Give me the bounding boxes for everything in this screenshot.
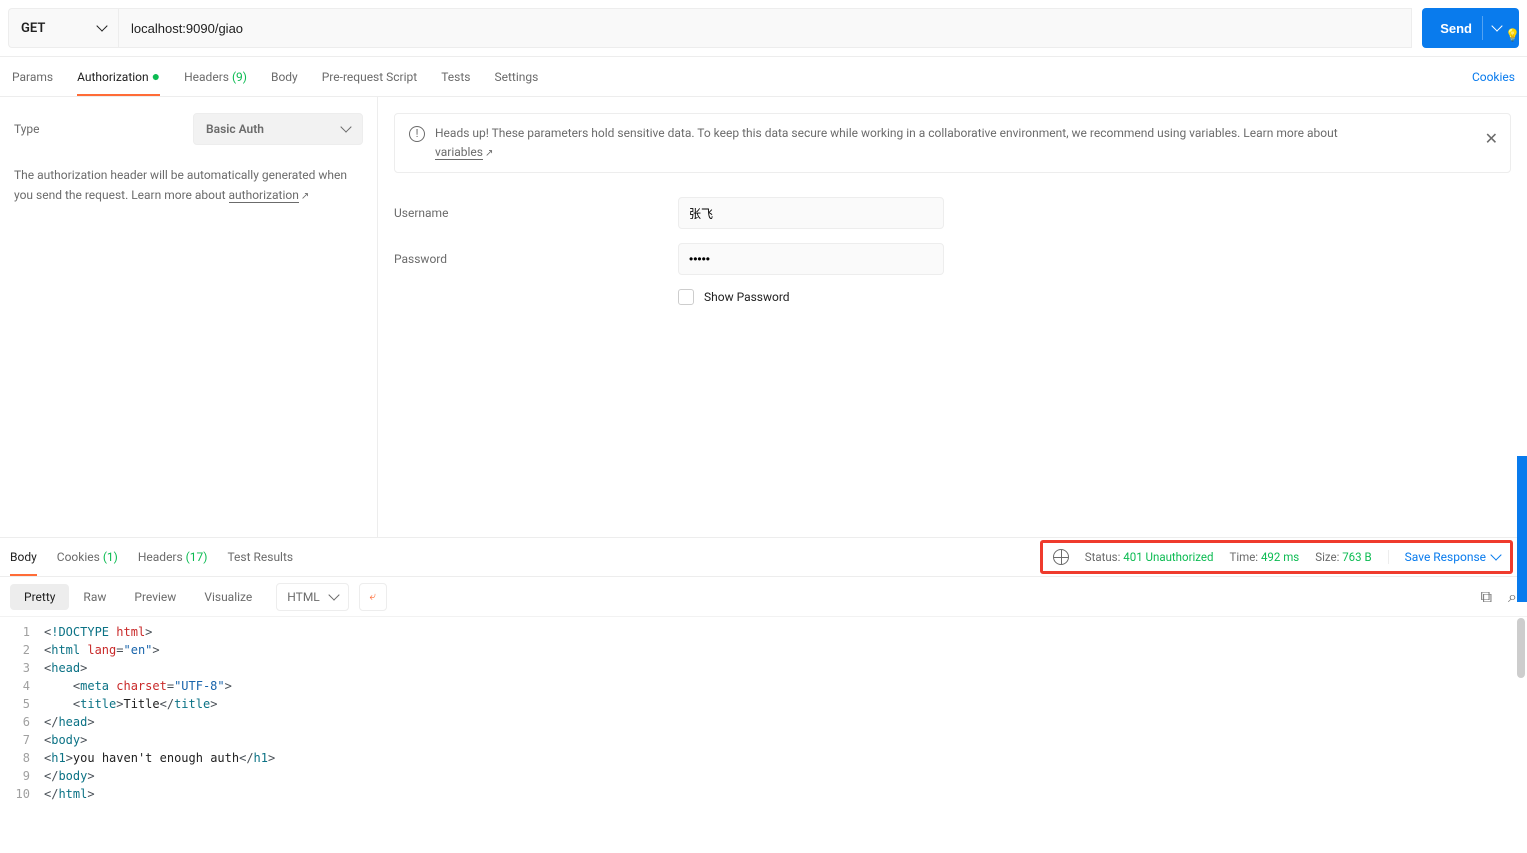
tab-headers[interactable]: Headers (9) — [184, 60, 247, 94]
info-icon: ! — [409, 126, 425, 142]
chevron-down-icon — [1490, 549, 1501, 560]
code-line: <meta charset="UTF-8"> — [44, 677, 232, 695]
banner-text: Heads up! These parameters hold sensitiv… — [435, 124, 1338, 162]
show-password-checkbox[interactable] — [678, 289, 694, 305]
code-line: <body> — [44, 731, 87, 749]
chevron-down-icon[interactable] — [1491, 20, 1502, 31]
time-item: Time: 492 ms — [1229, 550, 1299, 564]
divider — [1482, 16, 1483, 40]
response-status-highlight: Status: 401 Unauthorized Time: 492 ms Si… — [1040, 540, 1513, 574]
variables-link[interactable]: variables — [435, 145, 483, 160]
auth-left-panel: Type Basic Auth The authorization header… — [0, 97, 378, 537]
code-line: </html> — [44, 785, 95, 803]
external-link-icon: ↗ — [301, 191, 309, 202]
username-label: Username — [394, 206, 678, 220]
save-response-button[interactable]: Save Response — [1388, 550, 1500, 564]
auth-type-value: Basic Auth — [206, 122, 264, 136]
tab-settings[interactable]: Settings — [494, 60, 538, 94]
chevron-down-icon — [340, 121, 351, 132]
request-tabs: Params Authorization ● Headers (9) Body … — [0, 57, 1527, 97]
response-code: 1<!DOCTYPE html> 2<html lang="en"> 3<hea… — [0, 617, 1527, 809]
code-line: <html lang="en"> — [44, 641, 160, 659]
modified-dot-icon: ● — [152, 69, 160, 85]
copy-icon[interactable]: ⧉ — [1481, 587, 1492, 607]
size-item: Size: 763 B — [1315, 550, 1371, 564]
authorization-link[interactable]: authorization — [229, 188, 299, 203]
globe-icon[interactable] — [1053, 549, 1069, 565]
tab-body[interactable]: Body — [271, 60, 298, 94]
password-input[interactable] — [678, 243, 944, 275]
tab-authorization[interactable]: Authorization ● — [77, 58, 160, 95]
code-line: </body> — [44, 767, 95, 785]
tab-params[interactable]: Params — [12, 60, 53, 94]
side-strip — [1517, 456, 1527, 602]
scrollbar[interactable] — [1517, 618, 1525, 678]
resp-tab-headers[interactable]: Headers (17) — [138, 539, 208, 575]
cookies-link[interactable]: Cookies — [1472, 70, 1515, 84]
lang-select[interactable]: HTML — [276, 583, 349, 611]
close-icon[interactable]: ✕ — [1485, 126, 1498, 152]
method-value: GET — [21, 21, 45, 36]
auth-type-select[interactable]: Basic Auth — [193, 113, 363, 145]
response-tabs: Body Cookies (1) Headers (17) Test Resul… — [0, 537, 1527, 577]
resp-tab-cookies[interactable]: Cookies (1) — [57, 539, 118, 575]
info-banner: ! Heads up! These parameters hold sensit… — [394, 113, 1511, 173]
code-line: <title>Title</title> — [44, 695, 217, 713]
method-select[interactable]: GET — [8, 8, 118, 48]
search-icon[interactable]: ⌕ — [1508, 587, 1517, 607]
code-line: </head> — [44, 713, 95, 731]
view-preview[interactable]: Preview — [120, 584, 190, 610]
view-raw[interactable]: Raw — [69, 584, 120, 610]
chevron-down-icon — [96, 20, 107, 31]
send-label: Send — [1440, 21, 1472, 36]
view-visualize[interactable]: Visualize — [190, 584, 266, 610]
external-link-icon: ↗ — [485, 148, 493, 159]
auth-body: Type Basic Auth The authorization header… — [0, 97, 1527, 537]
username-input[interactable] — [678, 197, 944, 229]
auth-help-text: The authorization header will be automat… — [14, 165, 363, 206]
show-password-label: Show Password — [704, 290, 790, 304]
wrap-lines-icon[interactable]: ⤶ — [359, 583, 387, 611]
auth-right-panel: ! Heads up! These parameters hold sensit… — [378, 97, 1527, 537]
view-tabs: Pretty Raw Preview Visualize HTML ⤶ ⧉ ⌕ — [0, 577, 1527, 617]
code-line: <head> — [44, 659, 87, 677]
code-line: <h1>you haven't enough auth</h1> — [44, 749, 275, 767]
url-input[interactable] — [118, 8, 1412, 48]
lightbulb-icon[interactable]: 💡 — [1505, 28, 1523, 46]
password-label: Password — [394, 252, 678, 266]
resp-tab-test-results[interactable]: Test Results — [227, 539, 293, 575]
chevron-down-icon — [328, 589, 339, 600]
url-bar: GET Send — [0, 0, 1527, 57]
status-item: Status: 401 Unauthorized — [1085, 550, 1214, 564]
code-line: <!DOCTYPE html> — [44, 623, 152, 641]
resp-tab-body[interactable]: Body — [10, 539, 37, 575]
tab-tests[interactable]: Tests — [441, 60, 470, 94]
tab-prerequest[interactable]: Pre-request Script — [322, 60, 417, 94]
auth-type-label: Type — [14, 122, 40, 136]
view-pretty[interactable]: Pretty — [10, 584, 69, 610]
